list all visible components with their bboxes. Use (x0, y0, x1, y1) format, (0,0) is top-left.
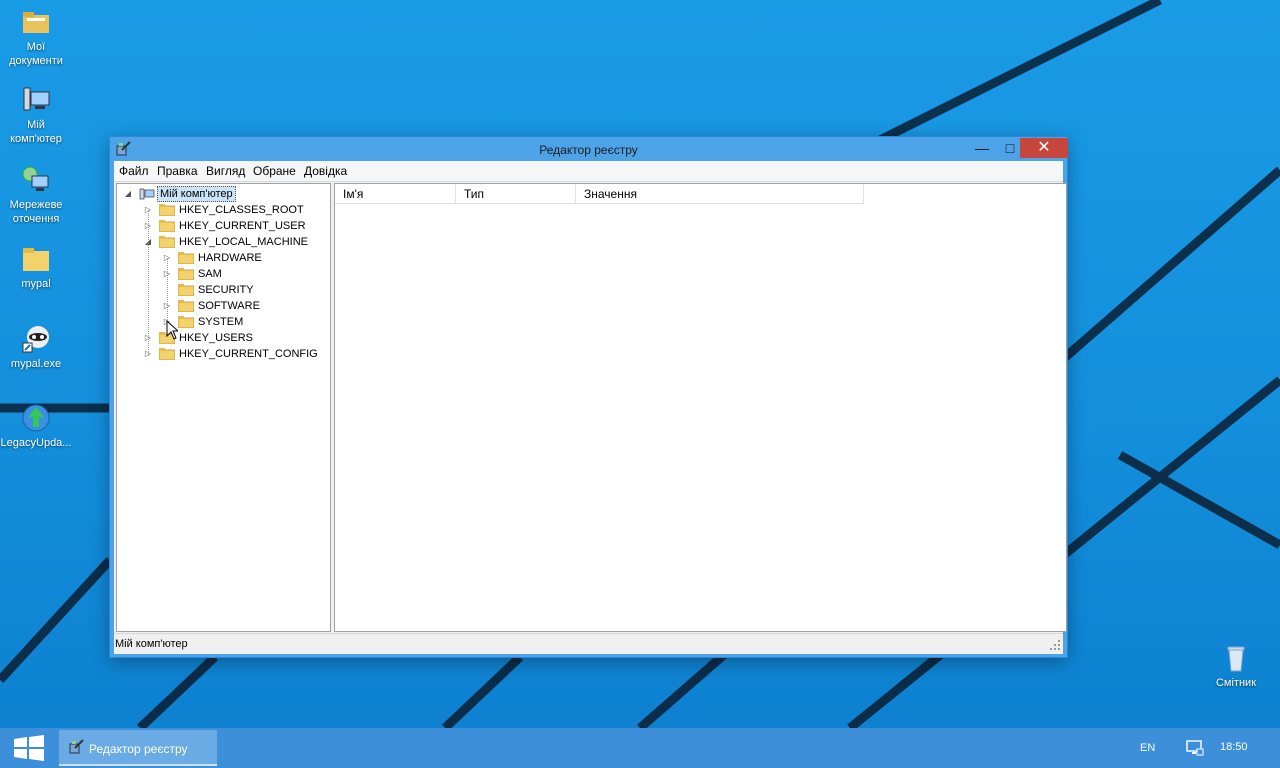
desktop-icon-mypal-folder[interactable]: mypal (0, 243, 72, 291)
menu-bar: Файл Правка Вигляд Обране Довідка (114, 161, 1063, 182)
menu-favorites[interactable]: Обране (253, 164, 296, 178)
tree-item-root[interactable]: ◢ Мій комп'ютер (117, 186, 327, 202)
network-tray-icon[interactable] (1186, 740, 1204, 756)
desktop-icon-label: Мережеве оточення (9, 199, 63, 225)
folder-icon (159, 220, 175, 232)
desktop-icon-label: Смітник (1215, 677, 1257, 689)
folder-icon (159, 204, 175, 216)
resize-grip-icon[interactable] (1049, 639, 1061, 651)
folder-icon (178, 300, 194, 312)
desktop-icon-label: LegacyUpda... (0, 437, 72, 449)
folder-icon (178, 268, 194, 280)
tree-item-label: Мій комп'ютер (157, 186, 236, 202)
collapse-arrow-icon[interactable]: ◢ (123, 186, 133, 202)
tree-item-label: HKEY_LOCAL_MACHINE (179, 236, 308, 248)
menu-help[interactable]: Довідка (304, 164, 347, 178)
folder-documents-icon (23, 12, 49, 33)
values-list[interactable]: Ім'я Тип Значення (334, 183, 1067, 632)
registry-editor-window[interactable]: Редактор реєстру — □ ✕ Файл Правка Вигля… (110, 137, 1068, 657)
computer-icon (139, 188, 155, 200)
desktop-icon-label: mypal (21, 278, 51, 290)
taskbar-item-registry-editor[interactable]: Редактор реєстру (59, 730, 217, 766)
desktop-icon-my-computer[interactable]: Мій комп'ютер (0, 84, 72, 146)
close-button[interactable]: ✕ (1020, 138, 1068, 158)
desktop-icon-recycle-bin[interactable]: Смітник (1200, 642, 1272, 690)
menu-edit[interactable]: Правка (157, 164, 198, 178)
column-header-name[interactable]: Ім'я (335, 184, 456, 204)
tree-item-label: HKEY_CURRENT_USER (179, 220, 306, 232)
taskbar: Редактор реєстру EN 18:50 (0, 728, 1280, 768)
tree-item-label: HKEY_CURRENT_CONFIG (179, 348, 318, 360)
column-header-type[interactable]: Тип (456, 184, 576, 204)
mouse-cursor-icon (166, 320, 178, 340)
desktop-icon-legacy-update[interactable]: LegacyUpda... (0, 402, 72, 450)
folder-open-icon (159, 236, 175, 248)
clock[interactable]: 18:50 (1220, 741, 1248, 753)
desktop-icon-network[interactable]: Мережеве оточення (0, 164, 72, 226)
desktop-icon-label: Мій комп'ютер (10, 119, 62, 145)
window-client: Файл Правка Вигляд Обране Довідка ◢ Мій … (114, 161, 1067, 654)
minimize-button[interactable]: — (968, 138, 996, 158)
tree-item-label: SECURITY (198, 284, 254, 296)
menu-view[interactable]: Вигляд (206, 164, 245, 178)
language-indicator[interactable]: EN (1140, 742, 1155, 754)
tree-item-label: SAM (198, 268, 222, 280)
tree-guide-line (148, 210, 149, 356)
recycle-bin-icon (1227, 646, 1245, 672)
tree-item-label: HARDWARE (198, 252, 262, 264)
tree-guide-line (167, 258, 168, 322)
windows-start-icon[interactable] (0, 728, 58, 768)
update-globe-icon (22, 404, 50, 432)
folder-icon (178, 284, 194, 296)
tree-item-label: SOFTWARE (198, 300, 260, 312)
status-text: Мій комп'ютер (115, 638, 188, 650)
raccoon-app-icon (22, 326, 49, 353)
registry-app-icon (69, 739, 84, 754)
desktop-icon-my-documents[interactable]: Мої документи (0, 6, 72, 68)
folder-icon (23, 248, 49, 271)
computer-icon (23, 87, 50, 111)
tree-item-label: HKEY_CLASSES_ROOT (179, 204, 304, 216)
window-title: Редактор реєстру (539, 143, 638, 157)
registry-tree[interactable]: ◢ Мій комп'ютер ▷ HKEY_CLASSES_ROOT ▷ HK… (116, 183, 331, 632)
menu-file[interactable]: Файл (119, 164, 149, 178)
desktop-icon-mypal-exe[interactable]: mypal.exe (0, 323, 72, 371)
tree-item-label: SYSTEM (198, 316, 244, 328)
desktop-icon-label: Мої документи (9, 41, 63, 67)
network-icon (22, 166, 49, 191)
column-header-value[interactable]: Значення (576, 184, 864, 204)
status-bar: Мій комп'ютер (114, 633, 1063, 654)
folder-icon (178, 316, 194, 328)
folder-icon (178, 252, 194, 264)
taskbar-item-label: Редактор реєстру (89, 742, 188, 756)
title-bar[interactable]: Редактор реєстру — □ ✕ (110, 137, 1068, 161)
folder-icon (159, 348, 175, 360)
desktop-icon-label: mypal.exe (10, 358, 62, 370)
tree-item-label: HKEY_USERS (179, 332, 253, 344)
